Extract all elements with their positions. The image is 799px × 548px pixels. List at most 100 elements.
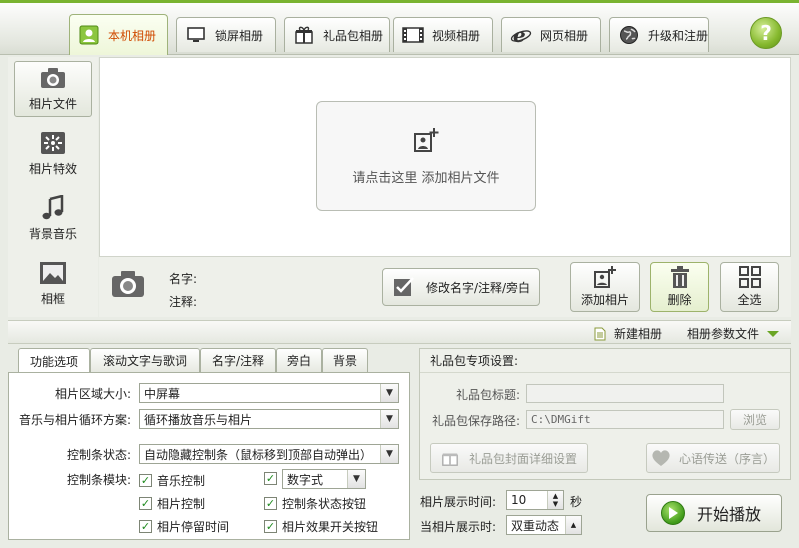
chevron-down-icon: ▼ [380,410,398,428]
tab-label: 视频相册 [432,28,481,43]
display-mode-select[interactable]: 双重动态 ▲ [506,515,582,535]
sidebar-item-label: 背景音乐 [28,227,77,241]
photo-area-value: 中屏幕 [144,386,181,401]
portrait-icon [78,24,100,46]
gift-cover-label: 礼品包封面详细设置 [468,451,577,466]
browse-button[interactable]: 浏览 [730,409,780,430]
tab-scroll-text-lyrics[interactable]: 滚动文字与歌词 [90,348,200,372]
edit-check-icon [392,276,416,298]
sidebar-item-photo-effects[interactable]: 相片特效 [14,125,92,181]
digital-checkbox[interactable]: ✓ [264,472,282,485]
check-icon: ✓ [264,520,277,533]
tab-local-album[interactable]: 本机相册 [69,14,168,55]
add-photo-prompt: 请点击这里 添加相片文件 [352,170,500,186]
select-all-button[interactable]: 全选 [720,262,779,312]
album-params-menu[interactable]: 相册参数文件 [687,325,780,342]
left-sidebar: 相片文件 相片特效 背景音乐 相框 [8,57,98,317]
options-tab-label: 背景 [332,354,357,368]
new-album-menu[interactable]: 新建相册 [594,325,662,342]
select-all-button-label: 全选 [737,293,762,307]
check-icon: ✓ [264,472,277,485]
sidebar-item-label: 相片文件 [28,97,77,111]
options-tab-label: 旁白 [286,354,311,368]
gift-icon [441,449,459,467]
check-icon: ✓ [264,497,277,510]
options-tab-label: 功能选项 [29,354,78,369]
loop-scheme-select[interactable]: 循环播放音乐与相片 ▼ [139,409,399,429]
tab-label: 锁屏相册 [215,28,264,43]
frame-icon [39,260,67,286]
document-icon [594,327,606,341]
tab-video-album[interactable]: 视频相册 [393,17,493,52]
tab-background[interactable]: 背景 [322,348,368,372]
start-play-button[interactable]: 开始播放 [646,494,782,532]
album-menu-bar: 新建相册 相册参数文件 [8,320,791,344]
tab-lockscreen-album[interactable]: 锁屏相册 [176,17,276,52]
gift-title-label: 礼品包标题: [455,388,520,402]
sidebar-item-background-music[interactable]: 背景音乐 [14,190,92,246]
gift-settings-panel: 礼品包专项设置: 礼品包标题: 礼品包保存路径: C:\DMGift 浏览 礼品… [419,348,791,480]
film-icon [402,24,424,46]
name-label: 名字: [169,272,198,286]
delete-button[interactable]: 删除 [650,262,709,312]
add-button-label: 添加相片 [580,293,629,307]
tab-upgrade-register[interactable]: 升级和注册 [609,17,709,52]
triangle-up-icon[interactable]: ▲ [565,516,581,534]
spinner-arrows-icon[interactable]: ▲ ▼ [547,491,563,509]
sidebar-item-photo-frame[interactable]: 相框 [14,255,92,311]
add-photo-button[interactable]: 添加相片 [570,262,640,312]
tab-label: 本机相册 [108,28,157,43]
delete-button-label: 删除 [667,293,692,307]
gift-cover-settings-button[interactable]: 礼品包封面详细设置 [430,443,588,473]
sidebar-item-label: 相框 [40,292,65,306]
display-time-value: 10 [511,493,527,507]
control-state-select[interactable]: 自动隐藏控制条（鼠标移到顶部自动弹出） ▼ [139,444,399,464]
checkbox-label: 相片效果开关按钮 [282,520,379,534]
gift-path-label: 礼品包保存路径: [431,414,520,428]
gift-path-input[interactable]: C:\DMGift [526,410,724,429]
add-photo-icon [413,127,439,153]
add-photo-icon [593,266,617,288]
checkbox-label: 相片控制 [157,497,206,511]
music-control-checkbox[interactable]: ✓ 音乐控制 [139,472,205,489]
tab-label: 礼品包相册 [323,28,384,43]
help-button[interactable]: ? [750,17,782,49]
options-tab-label: 滚动文字与歌词 [102,354,187,368]
tab-function-options[interactable]: 功能选项 [18,348,90,373]
photo-area-select[interactable]: 中屏幕 ▼ [139,383,399,403]
tab-narration[interactable]: 旁白 [276,348,322,372]
music-note-icon [39,195,67,221]
album-params-label: 相册参数文件 [687,327,760,341]
add-photo-placeholder[interactable]: 请点击这里 添加相片文件 [316,101,536,211]
top-tab-bar: 本机相册 锁屏相册 礼品包相册 视频相册 e 网页相册 升级和注册 ? [0,0,799,55]
control-state-button-checkbox[interactable]: ✓ 控制条状态按钮 [264,495,366,512]
digital-style-select[interactable]: 数字式 ▼ [282,469,366,489]
start-play-label: 开始播放 [697,505,762,524]
photo-stay-time-checkbox[interactable]: ✓ 相片停留时间 [139,518,229,535]
sidebar-item-photo-files[interactable]: 相片文件 [14,61,92,117]
gift-title-input[interactable] [526,384,724,403]
tab-label: 网页相册 [540,28,589,43]
display-time-spinner[interactable]: 10 ▲ ▼ [506,490,564,510]
gift-panel-header: 礼品包专项设置: [420,349,790,373]
edit-name-note-button[interactable]: 修改名字/注释/旁白 [382,268,540,306]
heart-message-button[interactable]: 心语传送（序言） [646,443,780,473]
tab-web-album[interactable]: e 网页相册 [501,17,601,52]
check-icon: ✓ [139,474,152,487]
photo-effect-toggle-checkbox[interactable]: ✓ 相片效果开关按钮 [264,518,378,535]
loop-scheme-label: 音乐与相片循环方案: [18,413,131,427]
check-icon: ✓ [139,497,152,510]
tab-name-note[interactable]: 名字/注释 [200,348,276,372]
photo-list-area[interactable]: 请点击这里 添加相片文件 [99,57,791,257]
tab-gift-album[interactable]: 礼品包相册 [284,17,390,52]
chevron-down-icon: ▼ [347,470,365,488]
display-time-label: 相片展示时间: [420,495,497,509]
digital-style-value: 数字式 [287,472,324,487]
chevron-down-icon: ▼ [380,384,398,402]
control-state-label: 控制条状态: [66,448,131,462]
photo-control-checkbox[interactable]: ✓ 相片控制 [139,495,205,512]
top-accent-line [0,0,799,3]
monitor-icon [185,24,207,46]
play-icon [661,501,685,525]
new-album-label: 新建相册 [614,327,663,341]
